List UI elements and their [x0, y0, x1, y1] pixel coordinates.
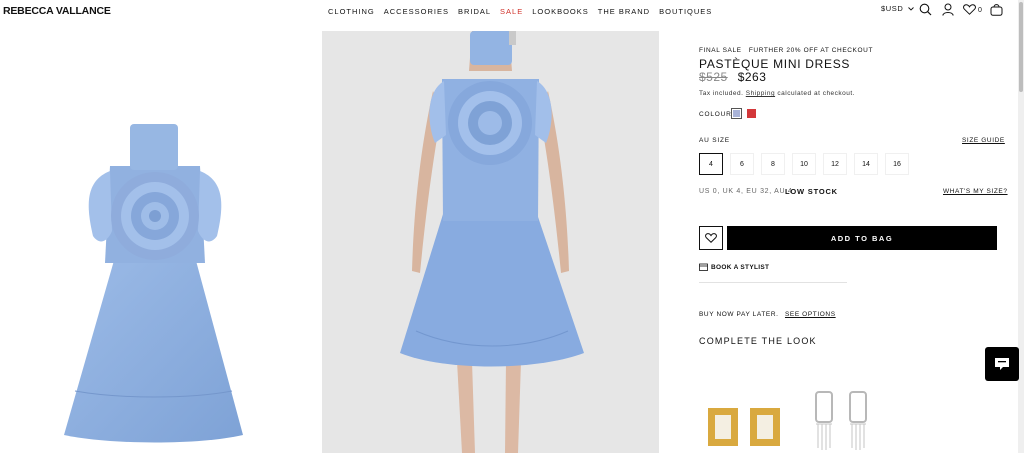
price-block: $525 $263 [699, 70, 766, 84]
scrollbar[interactable] [1018, 0, 1024, 453]
add-to-wishlist-button[interactable] [699, 226, 723, 250]
product-title: PASTÈQUE MINI DRESS [699, 57, 851, 71]
account-icon[interactable] [942, 3, 954, 16]
tax-suffix: calculated at checkout. [777, 90, 856, 97]
colour-swatch-red[interactable] [747, 109, 756, 118]
original-price: $525 [699, 70, 728, 84]
header-actions: $USD [881, 4, 915, 13]
nav-clothing[interactable]: CLOTHING [328, 7, 375, 16]
wishlist-count: 0 [978, 7, 982, 14]
silver-earrings-image [815, 391, 867, 450]
tax-note: Tax included. Shipping calculated at che… [699, 90, 855, 97]
recommended-earrings-gold[interactable] [700, 390, 790, 453]
size-option-10[interactable]: 10 [792, 153, 816, 175]
gold-earrings-image [708, 408, 780, 446]
size-conversion: US 0, UK 4, EU 32, AU 4 [699, 188, 793, 195]
bnpl-text: BUY NOW PAY LATER. [699, 311, 779, 318]
heart-icon[interactable] [963, 4, 976, 15]
size-option-8[interactable]: 8 [761, 153, 785, 175]
size-option-16[interactable]: 16 [885, 153, 909, 175]
add-to-bag-button[interactable]: ADD TO BAG [727, 226, 997, 250]
main-nav: CLOTHING ACCESSORIES BRIDAL SALE LOOKBOO… [328, 7, 721, 16]
see-options-link[interactable]: SEE OPTIONS [785, 311, 836, 318]
size-option-12[interactable]: 12 [823, 153, 847, 175]
size-option-14[interactable]: 14 [854, 153, 878, 175]
nav-the-brand[interactable]: THE BRAND [598, 7, 650, 16]
tax-prefix: Tax included. [699, 90, 744, 97]
book-stylist-label: BOOK A STYLIST [711, 263, 770, 271]
product-image-front[interactable] [0, 31, 318, 453]
currency-selector[interactable]: $USD [881, 4, 915, 13]
nav-bridal[interactable]: BRIDAL [458, 7, 491, 16]
size-label: AU SIZE [699, 137, 730, 144]
sale-price: $263 [737, 70, 767, 84]
search-icon[interactable] [919, 3, 932, 16]
dress-flat-image [64, 124, 243, 443]
chat-button[interactable] [985, 347, 1019, 381]
colour-label: COLOUR [699, 111, 732, 118]
nav-boutiques[interactable]: BOUTIQUES [659, 7, 712, 16]
recommended-earrings-silver[interactable] [810, 386, 874, 453]
whats-my-size-link[interactable]: WHAT'S MY SIZE? [943, 188, 1008, 195]
nav-lookbooks[interactable]: LOOKBOOKS [532, 7, 589, 16]
size-option-4[interactable]: 4 [699, 153, 723, 175]
scrollbar-thumb[interactable] [1019, 2, 1023, 92]
chevron-down-icon [908, 6, 915, 11]
promo-banner: FINAL SALE FURTHER 20% OFF AT CHECKOUT [699, 47, 874, 54]
chat-icon [995, 358, 1009, 370]
shipping-link[interactable]: Shipping [746, 90, 775, 97]
complete-the-look-heading: COMPLETE THE LOOK [699, 336, 817, 346]
nav-sale[interactable]: SALE [500, 7, 523, 16]
site-header: REBECCA VALLANCE CLOTHING ACCESSORIES BR… [0, 0, 1024, 24]
heart-icon [705, 233, 717, 243]
bag-icon[interactable] [990, 3, 1003, 16]
size-option-6[interactable]: 6 [730, 153, 754, 175]
size-guide-link[interactable]: SIZE GUIDE [962, 137, 1005, 144]
brand-logo[interactable]: REBECCA VALLANCE [3, 5, 111, 17]
buy-now-pay-later: BUY NOW PAY LATER. SEE OPTIONS [699, 311, 836, 318]
divider [699, 282, 847, 283]
stock-status: LOW STOCK [785, 187, 838, 196]
swatch-fill [733, 110, 740, 117]
book-stylist-button[interactable]: BOOK A STYLIST [699, 263, 769, 271]
nav-accessories[interactable]: ACCESSORIES [384, 7, 449, 16]
colour-swatch-blue[interactable] [731, 108, 742, 119]
calendar-icon [699, 263, 708, 271]
model-image [322, 31, 659, 453]
product-image-model[interactable] [322, 31, 659, 453]
currency-label: $USD [881, 4, 904, 13]
